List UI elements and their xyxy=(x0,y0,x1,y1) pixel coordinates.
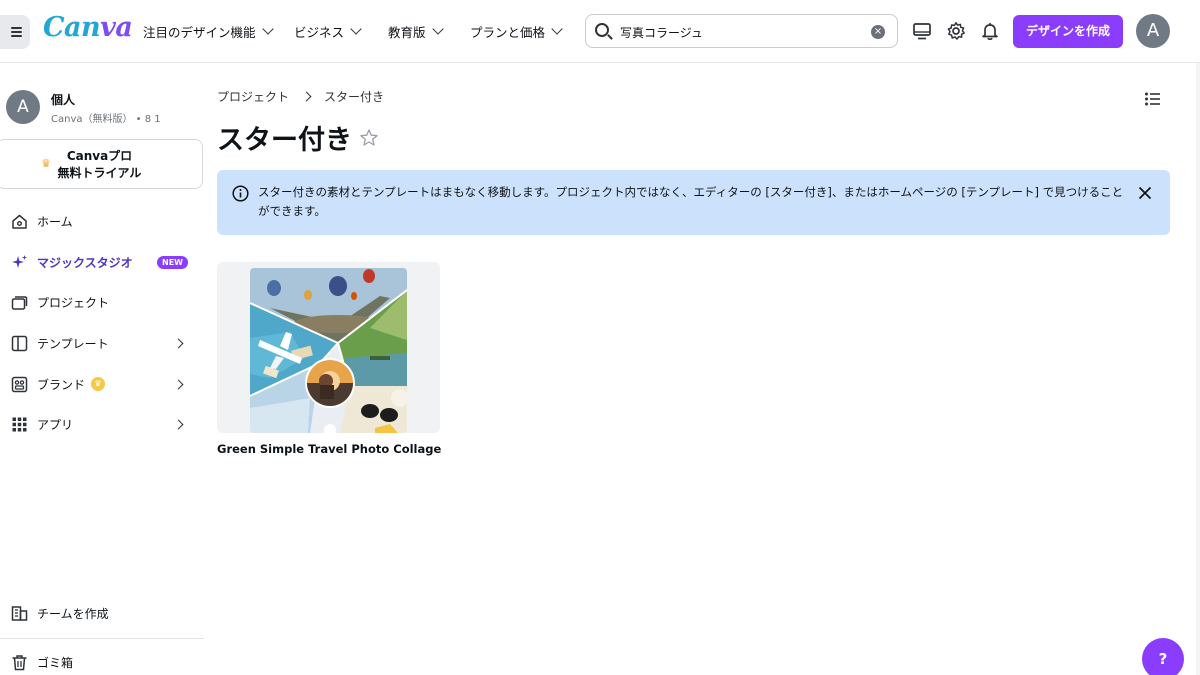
pro-trial-line1: Canvaプロ xyxy=(66,149,133,163)
account-avatar[interactable]: A xyxy=(1136,14,1170,48)
chevron-right-icon xyxy=(173,338,184,348)
monitor-icon[interactable] xyxy=(912,21,932,41)
trash-icon xyxy=(12,654,27,670)
chevron-down-icon xyxy=(431,23,444,35)
chevron-right-icon xyxy=(173,419,184,429)
nav-featured-label: 注目のデザイン機能 xyxy=(143,25,256,40)
nav-education-label: 教育版 xyxy=(388,25,426,40)
canva-logo[interactable]: Canva xyxy=(43,12,133,43)
list-view-icon[interactable] xyxy=(1144,91,1162,107)
hamburger-icon xyxy=(10,27,22,37)
search-icon xyxy=(595,23,609,37)
scrollbar[interactable] xyxy=(1196,63,1200,675)
sidebar-item-label: プロジェクト xyxy=(37,295,110,310)
sidebar-item-projects[interactable]: プロジェクト xyxy=(0,284,204,320)
sidebar-item-label: ブランド xyxy=(37,377,86,392)
personal-avatar[interactable]: A xyxy=(6,90,40,124)
chevron-down-icon xyxy=(551,23,563,35)
chevron-down-icon xyxy=(261,23,274,35)
chevron-down-icon xyxy=(350,23,362,35)
search-input[interactable]: 写真コラージュ × xyxy=(585,14,898,48)
close-icon[interactable] xyxy=(1138,186,1152,200)
create-design-button[interactable]: デザインを作成 xyxy=(1013,15,1123,48)
nav-business-label: ビジネス xyxy=(294,25,345,40)
sidebar-divider xyxy=(0,638,204,639)
bell-icon[interactable] xyxy=(980,21,1000,41)
top-header: Canva 注目のデザイン機能 ビジネス 教育版 プランと価格 写真コラージュ … xyxy=(0,0,1200,63)
sidebar-item-label: ゴミ箱 xyxy=(37,655,74,670)
nav-education[interactable]: 教育版 xyxy=(388,22,444,41)
star-icon[interactable] xyxy=(359,128,379,148)
gear-icon[interactable] xyxy=(946,21,966,41)
nav-business[interactable]: ビジネス xyxy=(294,22,362,41)
design-card[interactable] xyxy=(217,262,440,433)
sidebar-item-label: マジックスタジオ xyxy=(37,255,133,270)
nav-pricing[interactable]: プランと価格 xyxy=(470,22,563,41)
help-button[interactable]: ? xyxy=(1142,638,1184,675)
breadcrumb-projects-link[interactable]: プロジェクト xyxy=(217,88,289,105)
sidebar-item-label: アプリ xyxy=(37,417,74,432)
sparkle-icon xyxy=(12,254,27,268)
create-team-button[interactable]: チームを作成 xyxy=(0,595,204,631)
sidebar-item-trash[interactable]: ゴミ箱 xyxy=(0,644,204,675)
pro-trial-button[interactable]: ♛ Canvaプロ 無料トライアル xyxy=(0,139,203,189)
folder-icon xyxy=(11,295,28,310)
nav-pricing-label: プランと価格 xyxy=(470,25,546,40)
team-building-icon xyxy=(11,605,28,621)
design-title[interactable]: Green Simple Travel Photo Collage xyxy=(217,442,441,456)
home-icon xyxy=(12,214,27,229)
template-icon xyxy=(11,335,28,351)
nav-featured[interactable]: 注目のデザイン機能 xyxy=(143,22,274,41)
account-plan: Canva（無料版） • 8 1 xyxy=(51,114,161,125)
sidebar-item-label: テンプレート xyxy=(37,336,109,351)
clear-search-icon[interactable]: × xyxy=(871,25,885,39)
crown-icon: ♛ xyxy=(91,377,105,391)
sidebar-item-apps[interactable]: アプリ xyxy=(0,406,204,442)
sidebar: A 個人 Canva（無料版） • 8 1 ♛ Canvaプロ 無料トライアル … xyxy=(0,63,204,675)
breadcrumb: プロジェクト スター付き xyxy=(217,88,384,105)
sidebar-item-brand[interactable]: ブランド ♛ xyxy=(0,366,204,402)
menu-toggle-button[interactable] xyxy=(0,15,30,49)
crown-icon: ♛ xyxy=(41,157,51,170)
new-badge: NEW xyxy=(157,255,188,269)
design-thumbnail[interactable] xyxy=(250,268,407,433)
banner-message: スター付きの素材とテンプレートはまもなく移動します。プロジェクト内ではなく、エデ… xyxy=(258,185,1124,218)
sidebar-item-templates[interactable]: テンプレート xyxy=(0,325,204,361)
brand-icon xyxy=(11,376,28,392)
account-name[interactable]: 個人 xyxy=(51,91,75,108)
chevron-right-icon xyxy=(301,91,312,102)
pro-trial-line2: 無料トライアル xyxy=(57,166,142,180)
chevron-right-icon xyxy=(173,379,184,389)
apps-grid-icon xyxy=(12,417,27,431)
search-value: 写真コラージュ xyxy=(620,26,703,40)
sidebar-item-home[interactable]: ホーム xyxy=(0,203,204,239)
page-title: スター付き xyxy=(217,125,352,156)
sidebar-item-magic-studio[interactable]: マジックスタジオ NEW xyxy=(0,244,204,280)
info-banner: スター付きの素材とテンプレートはまもなく移動します。プロジェクト内ではなく、エデ… xyxy=(217,170,1170,235)
info-icon xyxy=(232,185,249,202)
sidebar-item-label: ホーム xyxy=(37,214,73,229)
breadcrumb-current: スター付き xyxy=(324,90,385,104)
create-team-label: チームを作成 xyxy=(37,606,109,621)
